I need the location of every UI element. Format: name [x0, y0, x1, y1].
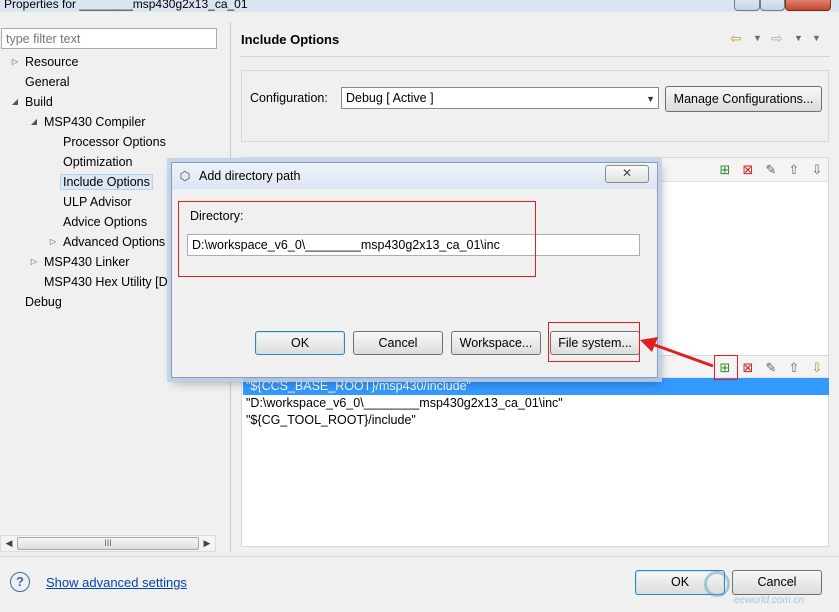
navigation-toolbar: ⇦ ▼ ⇨ ▼ ▼ [730, 30, 825, 48]
window-title: Properties for ________msp430g2x13_ca_01 [4, 0, 248, 11]
edit-path-icon[interactable]: ✎ [762, 359, 780, 377]
expand-arrow-icon[interactable]: ▷ [48, 232, 58, 252]
tree-item-resource[interactable]: ▷ Resource [10, 52, 79, 72]
directory-label: Directory: [190, 209, 244, 223]
delete-path-icon[interactable]: ⊠ [739, 359, 757, 377]
collapse-arrow-icon[interactable]: ◢ [29, 112, 39, 132]
move-down-icon[interactable]: ⇩ [808, 161, 826, 179]
tree-item-msp430-linker[interactable]: ▷ MSP430 Linker [29, 252, 130, 272]
directory-input[interactable]: D:\workspace_v6_0\________msp430g2x13_ca… [187, 234, 640, 256]
delete-file-icon[interactable]: ⊠ [739, 161, 757, 179]
maximize-button[interactable] [760, 0, 785, 11]
scroll-thumb[interactable]: III [17, 537, 199, 550]
filter-input[interactable] [1, 28, 217, 49]
tree-item-optimization[interactable]: Optimization [63, 152, 132, 172]
include-path-row[interactable]: "${CG_TOOL_ROOT}/include" [243, 412, 829, 429]
file-system-button[interactable]: File system... [550, 331, 640, 355]
manage-configurations-button[interactable]: Manage Configurations... [665, 86, 822, 112]
page-title: Include Options [241, 32, 340, 47]
include-path-row[interactable]: "${CCS_BASE_ROOT}/msp430/include" [243, 378, 829, 395]
tree-item-msp430-compiler[interactable]: ◢ MSP430 Compiler [29, 112, 146, 132]
dialog-cancel-button[interactable]: Cancel [353, 331, 443, 355]
collapse-arrow-icon[interactable]: ◢ [10, 92, 20, 112]
close-window-button[interactable] [785, 0, 831, 11]
dialog-ok-button[interactable]: OK [255, 331, 345, 355]
forward-menu-chevron-icon[interactable]: ▼ [794, 33, 803, 43]
expand-arrow-icon[interactable]: ▷ [10, 52, 20, 72]
tree-item-advanced-options[interactable]: ▷ Advanced Options [48, 232, 165, 252]
tree-item-ulp-advisor[interactable]: ULP Advisor [63, 192, 132, 212]
tree-item-msp430-hex-utility[interactable]: MSP430 Hex Utility [D [44, 272, 168, 292]
dialog-app-icon: ⬡ [179, 169, 191, 183]
watermark-url: eeworld.com.cn [734, 595, 805, 606]
move-up-icon[interactable]: ⇧ [785, 359, 803, 377]
include-path-row[interactable]: "D:\workspace_v6_0\________msp430g2x13_c… [243, 395, 829, 412]
tree-item-include-options[interactable]: Include Options [60, 172, 153, 192]
forward-arrow-icon[interactable]: ⇨ [771, 30, 783, 47]
header-separator [240, 56, 830, 57]
back-menu-chevron-icon[interactable]: ▼ [753, 33, 762, 43]
show-advanced-settings-link[interactable]: Show advanced settings [46, 575, 187, 590]
watermark-logo-icon [704, 571, 730, 597]
scroll-right-icon[interactable]: ▶ [199, 536, 215, 551]
view-menu-chevron-icon[interactable]: ▼ [812, 33, 821, 43]
dropdown-arrow-icon: ▼ [646, 94, 655, 104]
minimize-button[interactable] [734, 0, 760, 11]
dialog-title: Add directory path [199, 169, 301, 183]
window-title-bar: Properties for ________msp430g2x13_ca_01 [0, 0, 839, 12]
tree-item-debug[interactable]: Debug [25, 292, 62, 312]
tree-item-advice-options[interactable]: Advice Options [63, 212, 147, 232]
include-path-list-group: ⊞ ⊠ ✎ ⇧ ⇩ "${CCS_BASE_ROOT}/msp430/inclu… [241, 355, 829, 547]
tree-item-general[interactable]: General [25, 72, 69, 92]
add-directory-dialog: ⬡ Add directory path ✕ Directory: D:\wor… [171, 162, 658, 378]
configuration-select[interactable]: Debug [ Active ] ▼ [341, 87, 659, 109]
tree-horizontal-scrollbar[interactable]: ◀ III ▶ [0, 535, 216, 552]
configuration-group: Configuration: Debug [ Active ] ▼ Manage… [241, 70, 829, 142]
dialog-close-button[interactable]: ✕ [605, 165, 649, 183]
configuration-value: Debug [ Active ] [346, 91, 434, 105]
help-icon[interactable]: ? [10, 572, 30, 592]
move-down-icon[interactable]: ⇩ [808, 359, 826, 377]
watermark-logo: eeworld.com.cn [704, 571, 834, 609]
move-up-icon[interactable]: ⇧ [785, 161, 803, 179]
back-arrow-icon[interactable]: ⇦ [730, 30, 742, 47]
footer-separator [0, 556, 839, 557]
expand-arrow-icon[interactable]: ▷ [29, 252, 39, 272]
workspace-button[interactable]: Workspace... [451, 331, 541, 355]
tree-item-build[interactable]: ◢ Build [10, 92, 53, 112]
scroll-left-icon[interactable]: ◀ [1, 536, 17, 551]
edit-file-icon[interactable]: ✎ [762, 161, 780, 179]
tree-item-processor-options[interactable]: Processor Options [63, 132, 166, 152]
annotation-arrow [640, 337, 714, 368]
configuration-label: Configuration: [250, 91, 328, 105]
add-file-icon[interactable]: ⊞ [716, 161, 734, 179]
